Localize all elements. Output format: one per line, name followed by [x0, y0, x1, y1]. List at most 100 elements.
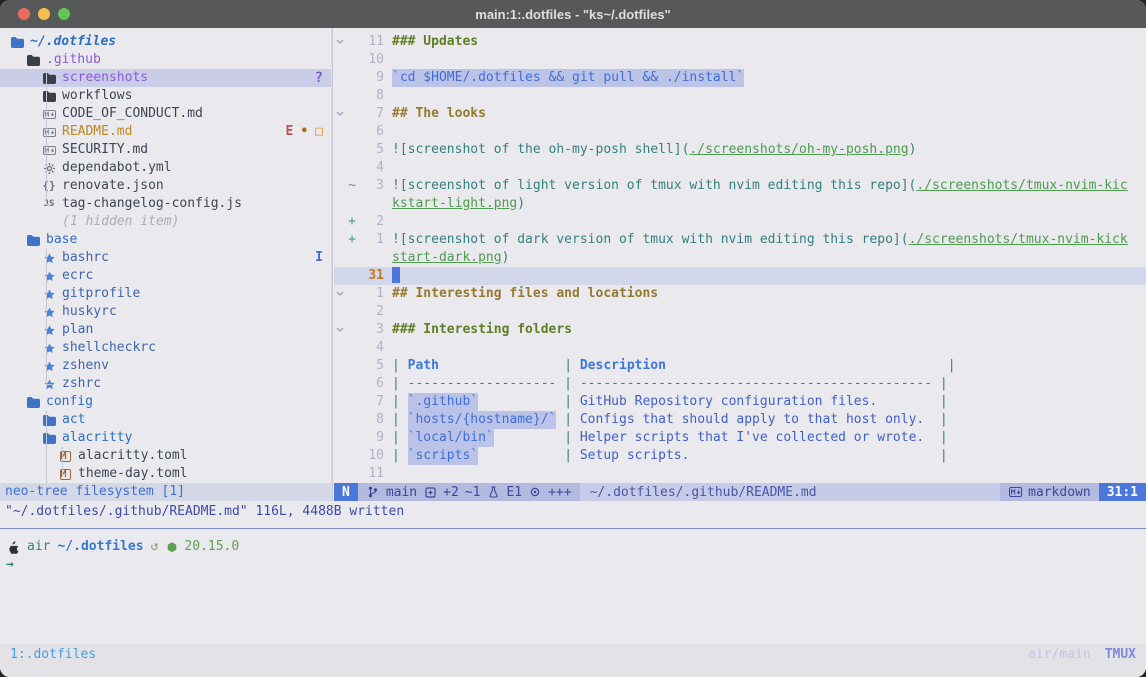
tree-item[interactable]: CODE_OF_CONDUCT.md: [0, 105, 331, 123]
editor-line[interactable]: 4: [334, 159, 1146, 177]
tree-item[interactable]: base: [0, 231, 331, 249]
fold-chevron-icon[interactable]: [334, 285, 346, 303]
tree-item-label: screenshots: [62, 69, 148, 87]
git-sign: [346, 411, 358, 429]
editor-line[interactable]: 4: [334, 339, 1146, 357]
indent-guide: [46, 69, 47, 204]
line-number: 4: [358, 159, 384, 177]
fold-column: [334, 339, 346, 357]
indent-guide: [46, 249, 47, 384]
code-segment: `.github`: [408, 393, 478, 411]
tree-item[interactable]: workflows: [0, 87, 331, 105]
tree-item[interactable]: ~/.dotfiles: [0, 33, 331, 51]
editor-line[interactable]: 11### Updates: [334, 33, 1146, 51]
indent-guide-corner: [46, 204, 52, 205]
editor-line[interactable]: 11: [334, 465, 1146, 483]
fold-chevron-icon[interactable]: [334, 33, 346, 51]
tree-item[interactable]: gitprofile: [0, 285, 331, 303]
editor-line[interactable]: 31: [334, 267, 1146, 285]
config-star-icon: [42, 325, 56, 336]
prompt-path: ~/.dotfiles: [57, 538, 143, 556]
editor-line[interactable]: 6| ------------------- | ---------------…: [334, 375, 1146, 393]
item-badge: I: [315, 249, 323, 267]
editor-line[interactable]: 1## Interesting files and locations: [334, 285, 1146, 303]
pane-separator-vertical[interactable]: [331, 28, 333, 501]
folder-icon: [26, 55, 40, 66]
tree-item[interactable]: alacritty: [0, 429, 331, 447]
code-segment: |: [564, 429, 580, 447]
code-segment: ![screenshot of light version of tmux wi…: [392, 177, 916, 195]
editor-line[interactable]: 8| `hosts/{hostname}/` | Configs that sh…: [334, 411, 1146, 429]
editor-line[interactable]: start-dark.png): [334, 249, 1146, 267]
traffic-lights: [18, 8, 70, 20]
editor-line[interactable]: +2: [334, 213, 1146, 231]
code-segment: |: [564, 393, 580, 411]
git-sign: +: [346, 231, 358, 249]
tree-item[interactable]: (1 hidden item): [0, 213, 331, 231]
line-number: 31: [358, 267, 384, 285]
git-sign: [346, 447, 358, 465]
editor-line[interactable]: ~3![screenshot of light version of tmux …: [334, 177, 1146, 195]
line-number: 10: [358, 51, 384, 69]
editor-line[interactable]: +1![screenshot of dark version of tmux w…: [334, 231, 1146, 249]
editor-line[interactable]: 7| `.github` | GitHub Repository configu…: [334, 393, 1146, 411]
statusline-extra: +++: [548, 485, 571, 500]
tree-item[interactable]: Mtheme-day.toml: [0, 465, 331, 483]
prompt-arrow[interactable]: →: [0, 556, 14, 574]
editor-line[interactable]: 9`cd $HOME/.dotfiles && git pull && ./in…: [334, 69, 1146, 87]
close-button[interactable]: [18, 8, 30, 20]
line-number: 9: [358, 69, 384, 87]
tree-item[interactable]: bashrcI: [0, 249, 331, 267]
tree-item[interactable]: Malacritty.toml: [0, 447, 331, 465]
tree-item[interactable]: act: [0, 411, 331, 429]
tree-item[interactable]: SECURITY.md: [0, 141, 331, 159]
maximize-button[interactable]: [58, 8, 70, 20]
tree-item[interactable]: screenshots?: [0, 69, 331, 87]
git-sign: [346, 51, 358, 69]
folder-icon: [42, 433, 56, 444]
tree-item[interactable]: README.mdE•□: [0, 123, 331, 141]
tree-item[interactable]: {}renovate.json: [0, 177, 331, 195]
editor-line[interactable]: 9| `local/bin` | Helper scripts that I'v…: [334, 429, 1146, 447]
filetype-segment: markdown: [1000, 483, 1099, 501]
code-segment: |: [392, 447, 408, 465]
tree-item-label: theme-day.toml: [78, 465, 188, 483]
folder-icon: [42, 415, 56, 426]
tmux-pane-divider[interactable]: [0, 528, 1146, 529]
fold-chevron-icon[interactable]: [334, 321, 346, 339]
tmux-window-tab[interactable]: 1:.dotfiles: [10, 647, 96, 662]
editor-line[interactable]: 6: [334, 123, 1146, 141]
tree-item[interactable]: dependabot.yml: [0, 159, 331, 177]
editor-line[interactable]: 3### Interesting folders: [334, 321, 1146, 339]
fold-chevron-icon[interactable]: [334, 105, 346, 123]
editor-line[interactable]: 7## The looks: [334, 105, 1146, 123]
tree-item[interactable]: ecrc: [0, 267, 331, 285]
tree-item[interactable]: huskyrc: [0, 303, 331, 321]
editor-pane[interactable]: 11### Updates109`cd $HOME/.dotfiles && g…: [334, 28, 1146, 483]
editor-line[interactable]: 8: [334, 87, 1146, 105]
folder-icon: [26, 397, 40, 408]
editor-line[interactable]: 10| `scripts` | Setup scripts. |: [334, 447, 1146, 465]
editor-line[interactable]: 2: [334, 303, 1146, 321]
editor-line[interactable]: 5| Path | Description |: [334, 357, 1146, 375]
tree-item[interactable]: zshenv: [0, 357, 331, 375]
tmux-session-name: air/main: [1028, 647, 1091, 662]
tree-item-label: zshenv: [62, 357, 109, 375]
minimize-button[interactable]: [38, 8, 50, 20]
fold-column: [334, 357, 346, 375]
tree-item[interactable]: shellcheckrc: [0, 339, 331, 357]
code-segment: ## The looks: [392, 105, 486, 123]
fold-column: [334, 177, 346, 195]
editor-line[interactable]: kstart-light.png): [334, 195, 1146, 213]
editor-line[interactable]: 10: [334, 51, 1146, 69]
tree-item[interactable]: config: [0, 393, 331, 411]
git-sign: [346, 339, 358, 357]
git-sign: [346, 33, 358, 51]
code-segment: Setup scripts.: [580, 447, 690, 465]
editor-line[interactable]: 5![screenshot of the oh-my-posh shell](.…: [334, 141, 1146, 159]
tree-item[interactable]: .github: [0, 51, 331, 69]
tree-item[interactable]: plan: [0, 321, 331, 339]
code-segment: ): [517, 195, 525, 213]
filetype-label: markdown: [1028, 485, 1091, 500]
folder-icon: [26, 235, 40, 246]
